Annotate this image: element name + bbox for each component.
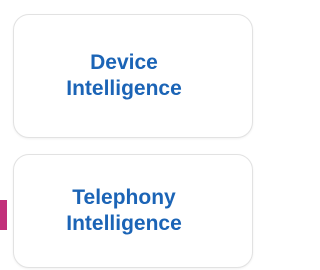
selection-accent-bar <box>0 200 7 230</box>
telephony-intelligence-card[interactable]: Telephony Intelligence <box>13 154 253 268</box>
telephony-intelligence-label: Telephony Intelligence <box>66 186 182 235</box>
device-intelligence-card[interactable]: Device Intelligence <box>13 14 253 138</box>
device-intelligence-label: Device Intelligence <box>66 51 182 100</box>
